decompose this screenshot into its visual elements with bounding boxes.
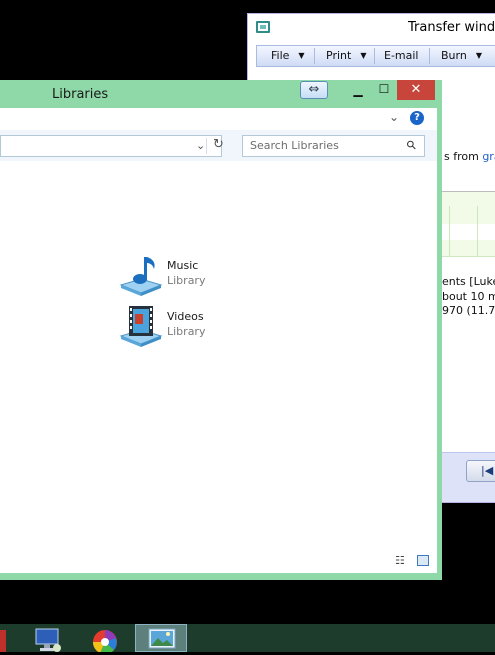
- taskbar-button-remote-desktop[interactable]: [33, 624, 63, 652]
- menu-divider: [374, 48, 375, 64]
- red-app-icon: [0, 630, 6, 652]
- maximize-button[interactable]: ☐: [371, 80, 397, 100]
- taskbar-button-picasa[interactable]: [90, 624, 120, 655]
- file-menu[interactable]: File ▼: [271, 49, 305, 62]
- address-divider: [206, 138, 207, 154]
- library-type: Library: [167, 325, 206, 338]
- refresh-icon[interactable]: ↻: [213, 137, 224, 152]
- source-link[interactable]: grac: [482, 150, 495, 163]
- remote-desktop-icon: [35, 628, 61, 652]
- transfer-app-icon: [256, 21, 270, 33]
- libraries-window[interactable]: Libraries ⇔ ▁ ☐ ✕ ⌄ ? ⌄ ↻ Search Librari…: [0, 80, 442, 580]
- previous-button[interactable]: |◀: [466, 460, 495, 482]
- search-placeholder: Search Libraries: [250, 139, 339, 152]
- taskbar: [0, 624, 495, 655]
- window-title: Libraries: [52, 87, 109, 102]
- dropdown-arrow-icon: ▼: [475, 51, 482, 60]
- print-menu[interactable]: Print ▼: [326, 49, 366, 62]
- music-library-icon: [119, 257, 163, 296]
- transfer-menubar: File ▼ Print ▼ E-mail Burn ▼: [256, 45, 495, 67]
- transfer-source-text: s from grac: [444, 150, 495, 163]
- maximize-icon: ☐: [378, 82, 390, 96]
- details-view-icon[interactable]: ☷: [395, 554, 405, 567]
- library-name: Videos: [167, 310, 204, 323]
- close-button[interactable]: ✕: [397, 80, 435, 100]
- transfer-window-title: Transfer windo: [408, 20, 495, 35]
- minimize-icon: ▁: [353, 83, 363, 97]
- navigation-bar: ⌄ ↻ Search Libraries ⚲: [0, 130, 437, 161]
- transfer-status-line-3: 970 (11.7 G: [442, 304, 495, 317]
- transfer-progress-grid: [441, 191, 495, 272]
- burn-menu[interactable]: Burn ▼: [441, 49, 482, 62]
- taskbar-button-app[interactable]: [0, 624, 8, 652]
- videos-library-icon: [119, 306, 163, 347]
- close-icon: ✕: [410, 82, 422, 97]
- library-item-videos[interactable]: Videos Library: [119, 306, 239, 347]
- menu-divider: [314, 48, 315, 64]
- picasa-icon: [92, 630, 117, 655]
- search-box[interactable]: Search Libraries ⚲: [242, 135, 425, 157]
- transfer-title-bar[interactable]: Transfer windo: [248, 14, 495, 44]
- file-list-pane[interactable]: Music Library Videos Library ☷: [0, 161, 437, 573]
- skip-back-icon: |◀: [481, 464, 494, 477]
- expand-ribbon-chevron-icon[interactable]: ⌄: [389, 110, 399, 124]
- library-item-music[interactable]: Music Library: [119, 257, 239, 296]
- menu-divider: [429, 48, 430, 64]
- ribbon-bar: ⌄ ?: [0, 108, 437, 130]
- address-history-dropdown-icon[interactable]: ⌄: [196, 139, 205, 152]
- dropdown-arrow-icon: ▼: [360, 51, 367, 60]
- transfer-status-line-1: ents [Luke': [442, 275, 495, 288]
- email-menu[interactable]: E-mail: [384, 49, 419, 62]
- minimize-button[interactable]: ▁: [345, 80, 371, 100]
- address-bar[interactable]: ⌄ ↻: [0, 135, 224, 157]
- snap-resize-button[interactable]: ⇔: [300, 81, 328, 99]
- library-type: Library: [167, 274, 206, 287]
- search-icon[interactable]: ⚲: [403, 137, 419, 153]
- dropdown-arrow-icon: ▼: [298, 51, 305, 60]
- photo-viewer-icon: [148, 628, 176, 649]
- large-icons-view-icon[interactable]: [417, 555, 429, 566]
- help-icon[interactable]: ?: [410, 111, 424, 125]
- transfer-status-line-2: bout 10 mir: [442, 290, 495, 303]
- library-name: Music: [167, 259, 199, 272]
- double-arrow-icon: ⇔: [308, 82, 320, 97]
- taskbar-button-photo-viewer[interactable]: [135, 624, 187, 652]
